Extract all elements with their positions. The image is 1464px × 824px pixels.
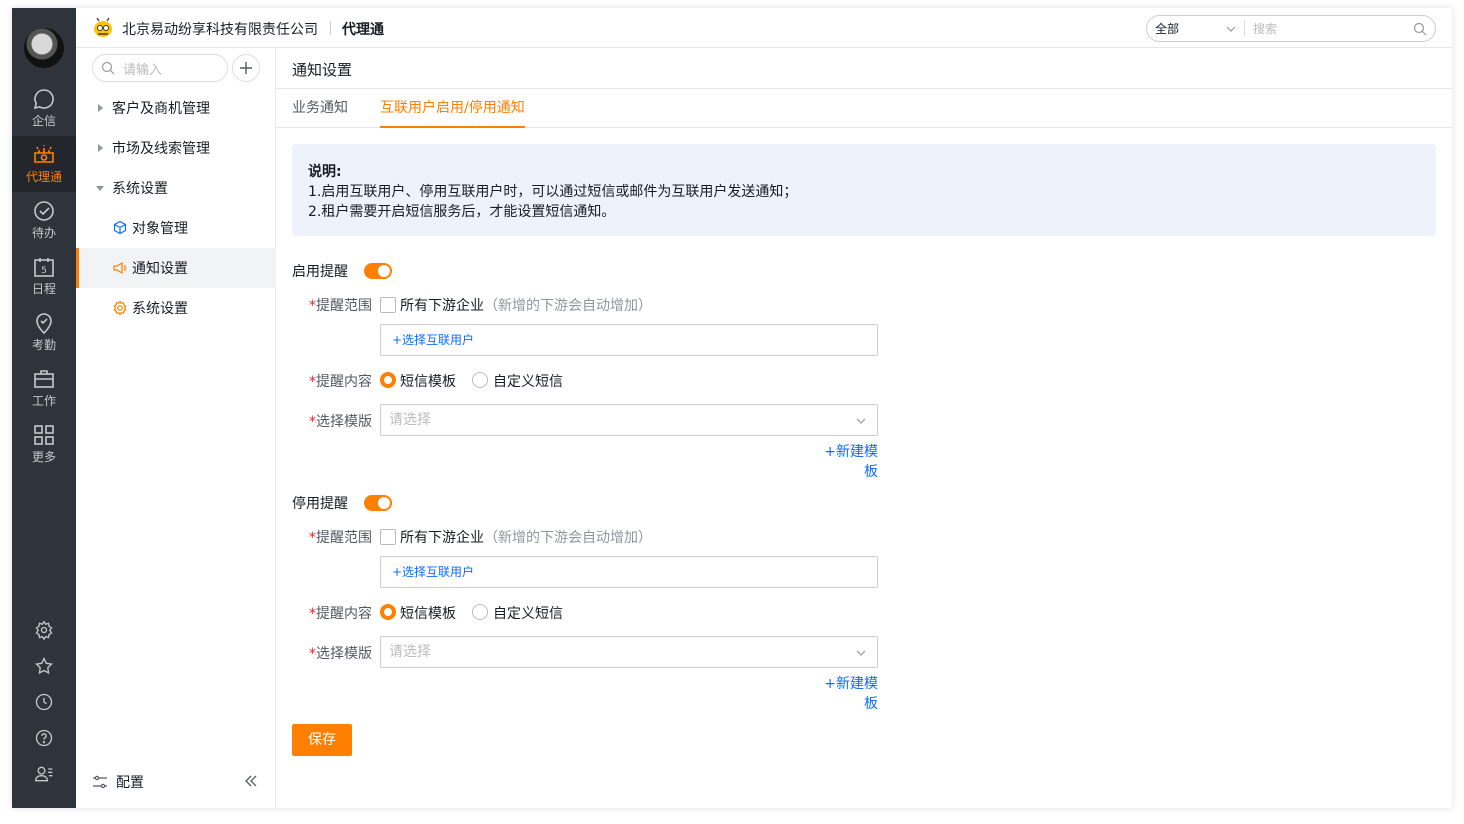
enable-reminder-toggle[interactable] [364, 263, 392, 279]
clock-icon [35, 693, 53, 711]
custom-sms-label: 自定义短信 [493, 606, 563, 622]
select-interconnect-user-field[interactable]: +选择互联用户 [380, 556, 878, 588]
svg-text:5: 5 [41, 266, 47, 276]
gear-icon [113, 300, 127, 316]
sidebar-item-system-settings[interactable]: 系统设置 [76, 288, 276, 328]
tab-bar: 业务通知 互联用户启用/停用通知 [276, 88, 1452, 128]
global-search: 全部 搜索 [1146, 15, 1436, 42]
history-button[interactable] [12, 686, 76, 718]
tab-business-notice[interactable]: 业务通知 [292, 89, 348, 128]
content-label: *提醒内容 [309, 374, 372, 390]
search-icon[interactable] [1413, 22, 1427, 36]
search-icon [101, 61, 115, 75]
search-input[interactable]: 搜索 [1245, 20, 1413, 37]
all-downstream-label: 所有下游企业（新增的下游会自动增加） [400, 530, 652, 546]
avatar[interactable] [24, 28, 64, 68]
select-interconnect-user-field[interactable]: +选择互联用户 [380, 324, 878, 356]
check-circle-icon [34, 201, 54, 221]
bee-logo-icon [94, 17, 112, 37]
chat-icon [33, 89, 54, 110]
enable-reminder-title: 启用提醒 [292, 264, 348, 280]
search-scope-select[interactable]: 全部 [1147, 20, 1245, 37]
star-icon [35, 656, 53, 675]
location-check-icon [36, 313, 52, 335]
custom-sms-radio[interactable] [472, 604, 488, 620]
sms-template-label: 短信模板 [400, 374, 456, 390]
scope-label: *提醒范围 [309, 298, 372, 314]
add-button[interactable] [232, 54, 260, 82]
caret-right-icon [98, 144, 103, 152]
product-name: 代理通 [342, 22, 384, 38]
nav-item-todo[interactable]: 待办 [12, 192, 76, 248]
agent-icon [34, 145, 54, 163]
help-button[interactable] [12, 722, 76, 754]
app-window: 企信 代理通 待办 5 日程 考勤 工作 更多 北京易动纷享科技有限责任公司 代… [12, 8, 1452, 808]
main-nav: 企信 代理通 待办 5 日程 考勤 工作 更多 [12, 8, 76, 808]
header-divider [330, 21, 331, 35]
cube-icon [113, 220, 127, 235]
help-icon [35, 729, 53, 747]
nav-item-attendance[interactable]: 考勤 [12, 304, 76, 360]
sms-template-radio[interactable] [380, 604, 396, 620]
sidebar-search-input[interactable]: 请输入 [92, 54, 228, 82]
caret-right-icon [98, 104, 103, 112]
plus-icon [240, 62, 252, 74]
calendar-icon: 5 [34, 258, 54, 277]
gear-icon [35, 620, 53, 640]
custom-sms-radio[interactable] [472, 372, 488, 388]
save-button[interactable]: 保存 [292, 724, 352, 756]
briefcase-icon [34, 370, 54, 388]
template-label: *选择模版 [309, 646, 372, 662]
settings-sidebar: 请输入 客户及商机管理 市场及线索管理 系统设置 对象管理 通知设置 系统设置 [76, 48, 276, 808]
nav-item-agent[interactable]: 代理通 [12, 136, 76, 192]
custom-sms-label: 自定义短信 [493, 374, 563, 390]
user-list-icon [34, 766, 53, 782]
template-select[interactable]: 请选择 [380, 404, 878, 436]
new-template-link[interactable]: +新建模板 [814, 441, 878, 481]
all-downstream-label: 所有下游企业（新增的下游会自动增加） [400, 298, 652, 314]
scope-label: *提醒范围 [309, 530, 372, 546]
page-title: 通知设置 [292, 61, 353, 79]
collapse-icon[interactable] [244, 774, 258, 788]
sms-template-label: 短信模板 [400, 606, 456, 622]
top-header: 北京易动纷享科技有限责任公司 代理通 全部 搜索 [76, 8, 1452, 48]
contacts-button[interactable] [12, 758, 76, 790]
favorites-button[interactable] [12, 650, 76, 682]
settings-button[interactable] [12, 614, 76, 646]
caret-down-icon [96, 186, 104, 191]
all-downstream-checkbox[interactable] [380, 297, 396, 313]
disable-reminder-toggle[interactable] [364, 495, 392, 511]
nav-item-schedule[interactable]: 5 日程 [12, 248, 76, 304]
config-button[interactable]: 配置 [92, 772, 144, 792]
sliders-icon [93, 775, 107, 789]
sms-template-radio[interactable] [380, 372, 396, 388]
notice-box: 说明: 1.启用互联用户、停用互联用户时，可以通过短信或邮件为互联用户发送通知；… [292, 144, 1436, 236]
sidebar-group-customers[interactable]: 客户及商机管理 [76, 88, 276, 128]
nav-item-qixin[interactable]: 企信 [12, 80, 76, 136]
disable-reminder-title: 停用提醒 [292, 496, 348, 512]
grid-icon [34, 425, 54, 445]
chevron-down-icon [856, 650, 866, 656]
sidebar-item-notification-settings[interactable]: 通知设置 [76, 248, 276, 288]
sidebar-item-object-management[interactable]: 对象管理 [76, 208, 276, 248]
main-content: 通知设置 业务通知 互联用户启用/停用通知 说明: 1.启用互联用户、停用互联用… [276, 48, 1452, 808]
nav-item-work[interactable]: 工作 [12, 360, 76, 416]
chevron-down-icon [1226, 26, 1236, 32]
sidebar-group-marketing[interactable]: 市场及线索管理 [76, 128, 276, 168]
chevron-down-icon [856, 418, 866, 424]
sidebar-group-system[interactable]: 系统设置 [76, 168, 276, 208]
company-name: 北京易动纷享科技有限责任公司 [122, 22, 318, 38]
tab-interconnect-user-notice[interactable]: 互联用户启用/停用通知 [380, 89, 525, 128]
template-select[interactable]: 请选择 [380, 636, 878, 668]
all-downstream-checkbox[interactable] [380, 529, 396, 545]
template-label: *选择模版 [309, 414, 372, 430]
nav-item-more[interactable]: 更多 [12, 416, 76, 472]
content-label: *提醒内容 [309, 606, 372, 622]
megaphone-icon [113, 261, 127, 275]
new-template-link[interactable]: +新建模板 [814, 673, 878, 713]
